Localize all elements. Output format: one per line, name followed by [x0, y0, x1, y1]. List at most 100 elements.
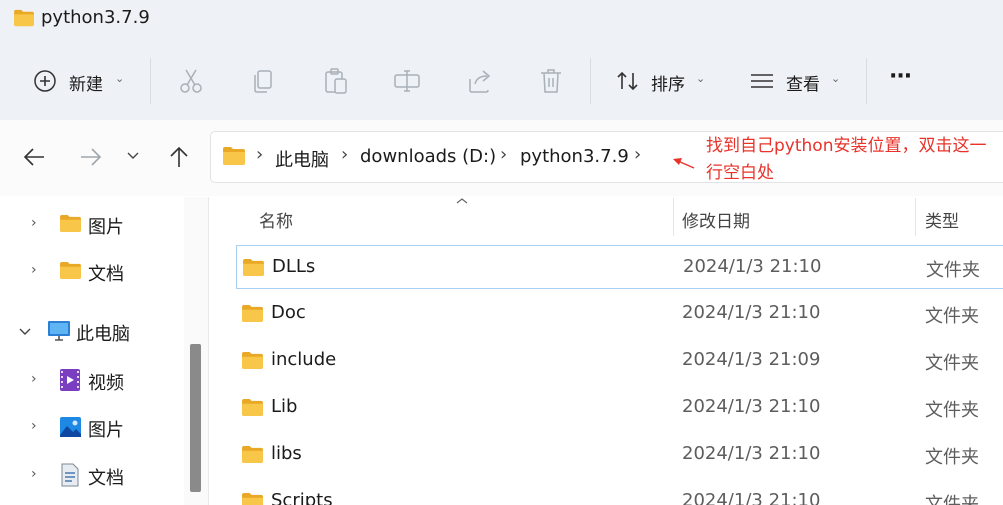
share-icon[interactable] — [465, 66, 495, 96]
file-row[interactable]: libs 2024/1/3 21:10 文件夹 — [236, 433, 1003, 477]
sidebar-item-documents-library[interactable]: › 文档 — [0, 456, 184, 496]
column-header-name[interactable]: 名称 — [259, 207, 293, 232]
sidebar-item-label: 图片 — [88, 217, 124, 238]
breadcrumb-python-folder[interactable]: python3.7.9 — [520, 146, 629, 167]
sort-button[interactable]: 排序 ⌄ — [610, 58, 720, 104]
file-type: 文件夹 — [925, 494, 979, 505]
file-type: 文件夹 — [925, 400, 979, 421]
pictures-icon — [60, 417, 81, 437]
file-date: 2024/1/3 21:10 — [682, 490, 821, 505]
chevron-down-icon: ⌄ — [696, 72, 706, 85]
divider — [866, 58, 867, 104]
file-row[interactable]: Lib 2024/1/3 21:10 文件夹 — [236, 386, 1003, 430]
sidebar-item-label: 文档 — [88, 264, 124, 285]
file-row[interactable]: DLLs 2024/1/3 21:10 文件夹 — [236, 245, 1003, 289]
breadcrumb-this-pc[interactable]: 此电脑 — [275, 146, 329, 172]
sidebar-scrollbar-thumb[interactable] — [190, 344, 201, 492]
sidebar-item-documents[interactable]: › 文档 — [0, 252, 184, 292]
view-label: 查看 — [786, 75, 820, 95]
folder-icon — [59, 214, 82, 233]
chevron-right-icon[interactable]: › — [31, 262, 37, 278]
file-date: 2024/1/3 21:10 — [682, 396, 821, 417]
folder-icon — [241, 445, 264, 464]
computer-icon — [48, 321, 70, 341]
chevron-right-icon[interactable]: › — [31, 371, 37, 387]
folder-icon — [242, 258, 265, 277]
file-row[interactable]: Scripts 2024/1/3 21:10 文件夹 — [236, 480, 1003, 505]
column-header-type[interactable]: 类型 — [925, 207, 959, 232]
file-type: 文件夹 — [925, 353, 979, 374]
sort-icon — [617, 71, 638, 91]
breadcrumb-separator: › — [634, 144, 642, 165]
chevron-right-icon[interactable]: › — [31, 215, 37, 231]
sidebar-item-pictures-library[interactable]: › 图片 — [0, 408, 184, 448]
sidebar-item-label: 此电脑 — [76, 324, 130, 345]
paste-icon[interactable] — [321, 66, 351, 96]
folder-icon — [222, 146, 246, 166]
view-button[interactable]: 查看 ⌄ — [745, 58, 851, 104]
folder-icon — [241, 304, 264, 323]
file-date: 2024/1/3 21:10 — [682, 302, 821, 323]
file-name: Doc — [271, 302, 306, 323]
chevron-down-icon: ⌄ — [115, 72, 125, 85]
new-button[interactable]: 新建 ⌄ — [26, 58, 130, 104]
sidebar-item-videos[interactable]: › 视频 — [0, 361, 184, 401]
file-date: 2024/1/3 21:10 — [683, 256, 822, 277]
file-type: 文件夹 — [926, 260, 980, 281]
file-type: 文件夹 — [925, 306, 979, 327]
copy-icon[interactable] — [249, 66, 279, 96]
new-label: 新建 — [69, 75, 103, 95]
file-date: 2024/1/3 21:10 — [682, 443, 821, 464]
folder-icon — [59, 261, 82, 280]
column-divider[interactable] — [673, 198, 674, 236]
folder-icon — [241, 492, 264, 505]
file-row[interactable]: Doc 2024/1/3 21:10 文件夹 — [236, 292, 1003, 336]
annotation-arrow-icon — [673, 158, 695, 169]
recent-locations-chevron-icon[interactable] — [125, 150, 141, 162]
annotation-note: 找到自己python安装位置，双击这一行空白处 — [706, 136, 987, 183]
chevron-right-icon[interactable]: › — [31, 418, 37, 434]
column-divider[interactable] — [915, 198, 916, 236]
forward-arrow-icon[interactable] — [77, 145, 103, 169]
divider — [150, 58, 151, 104]
file-row[interactable]: include 2024/1/3 21:09 文件夹 — [236, 339, 1003, 383]
pane-divider[interactable] — [208, 197, 209, 505]
view-list-icon — [751, 74, 773, 88]
chevron-right-icon[interactable]: › — [31, 466, 37, 482]
divider — [590, 58, 591, 104]
file-name: libs — [271, 443, 302, 464]
breadcrumb-separator: › — [341, 144, 349, 165]
delete-icon[interactable] — [536, 66, 566, 96]
sidebar-item-this-pc[interactable]: 此电脑 — [0, 312, 184, 352]
more-options-button[interactable]: ··· — [889, 64, 912, 89]
up-arrow-icon[interactable] — [166, 144, 192, 170]
sidebar-item-label: 图片 — [88, 420, 124, 441]
sidebar-item-label: 视频 — [88, 373, 124, 394]
sidebar-item-pictures[interactable]: › 图片 — [0, 205, 184, 245]
file-type: 文件夹 — [925, 447, 979, 468]
title-bar — [0, 0, 1003, 38]
rename-icon[interactable] — [392, 66, 422, 96]
video-icon — [60, 369, 80, 391]
sidebar-item-label: 文档 — [88, 468, 124, 489]
breadcrumb-separator: › — [500, 144, 508, 165]
folder-icon — [241, 398, 264, 417]
sort-ascending-indicator-icon — [456, 198, 468, 204]
back-arrow-icon[interactable] — [22, 145, 48, 169]
plus-circle-icon — [34, 70, 56, 92]
document-icon — [61, 463, 79, 487]
breadcrumb-downloads-drive[interactable]: downloads (D:) — [360, 146, 496, 167]
folder-icon — [241, 351, 264, 370]
column-header-date-modified[interactable]: 修改日期 — [682, 207, 750, 232]
breadcrumb-separator: › — [256, 144, 264, 165]
chevron-down-icon[interactable] — [17, 326, 33, 338]
file-name: include — [271, 349, 337, 370]
file-name: DLLs — [272, 256, 316, 277]
file-name: Lib — [271, 396, 298, 417]
chevron-down-icon: ⌄ — [831, 72, 841, 85]
cut-icon[interactable] — [176, 66, 206, 96]
folder-icon — [13, 9, 35, 27]
file-name: Scripts — [271, 490, 333, 505]
file-date: 2024/1/3 21:09 — [682, 349, 821, 370]
window-title: python3.7.9 — [41, 7, 150, 28]
